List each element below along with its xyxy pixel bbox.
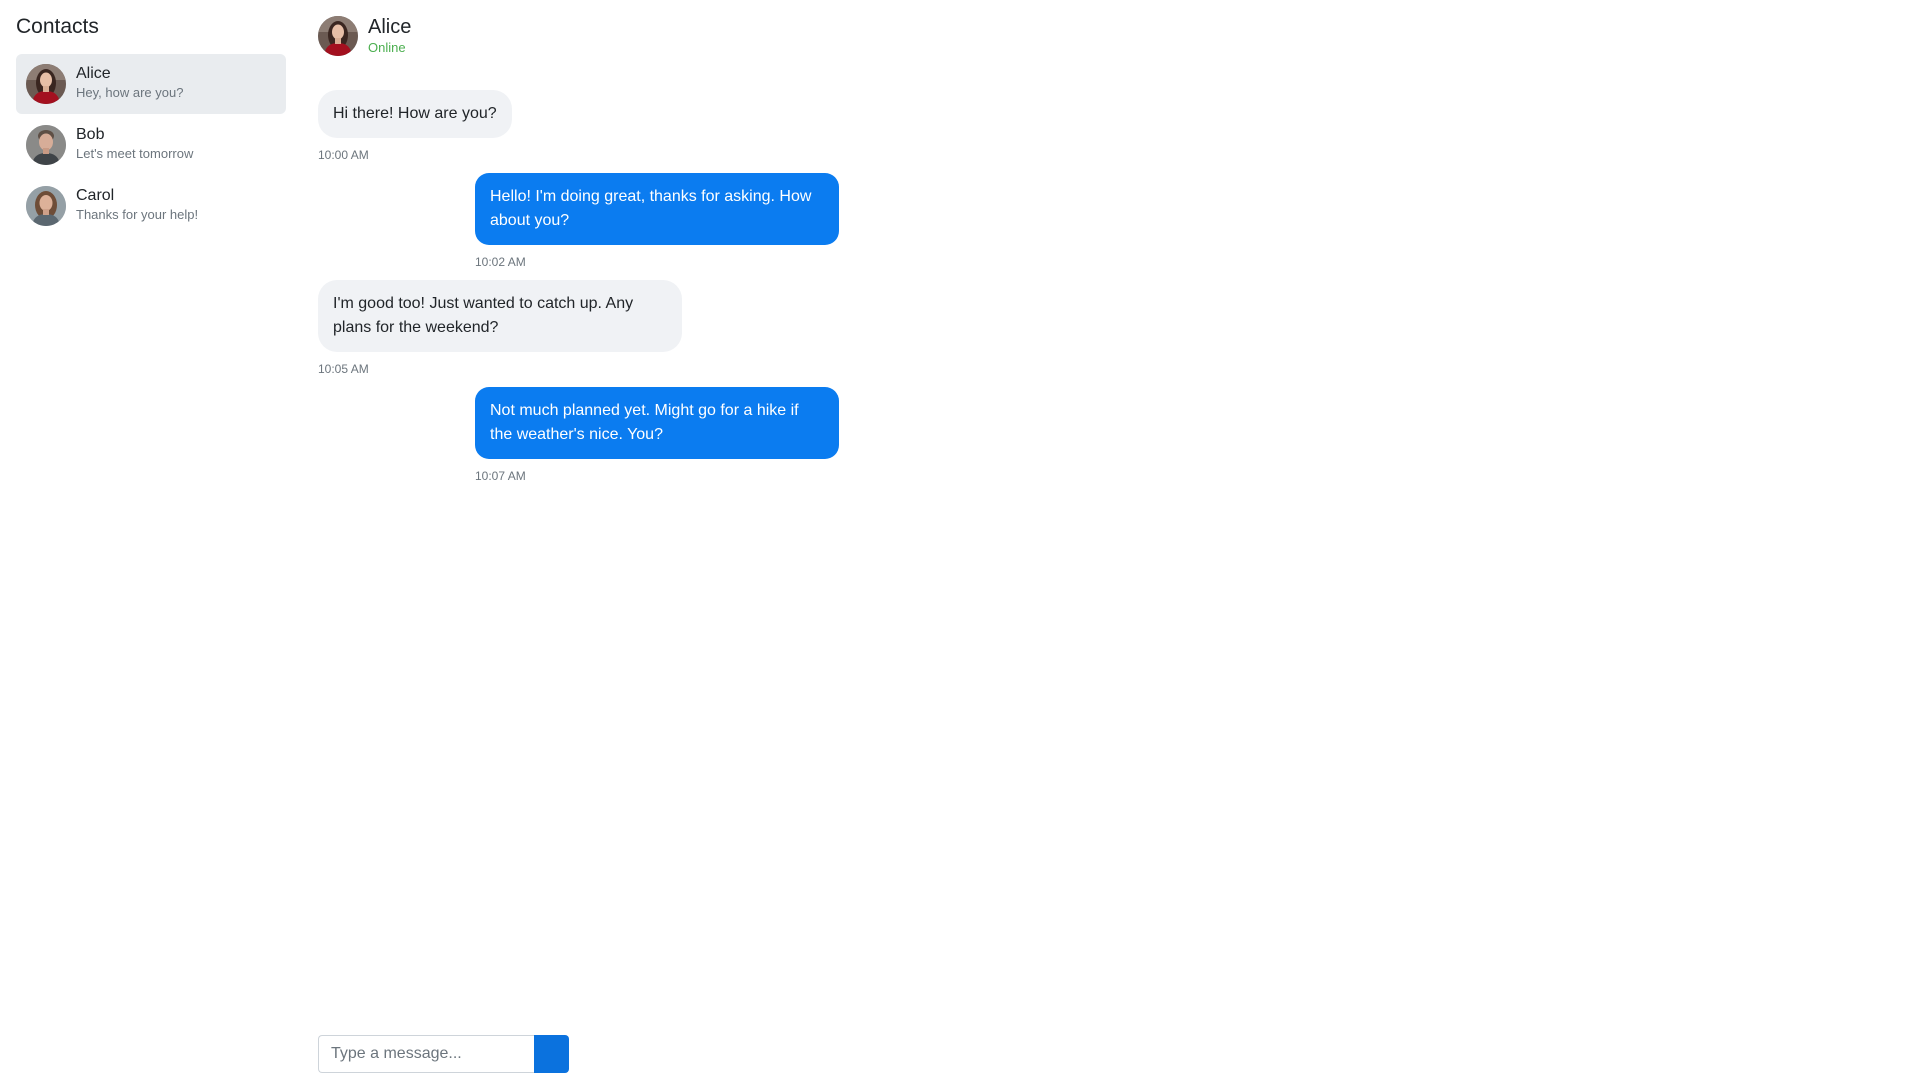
message-outgoing: Hello! I'm doing great, thanks for askin… [475,173,839,269]
message-bubble: Hello! I'm doing great, thanks for askin… [475,173,839,245]
send-button[interactable] [534,1035,569,1073]
message-bubble: Hi there! How are you? [318,90,512,138]
avatar [318,16,358,56]
sidebar-title: Contacts [16,15,99,38]
contact-item-alice[interactable]: Alice Hey, how are you? [16,54,286,114]
message-incoming: I'm good too! Just wanted to catch up. A… [318,280,682,376]
message-input[interactable] [318,1035,536,1073]
contact-name: Alice [76,65,111,82]
chat-header: Alice Online [318,16,918,58]
chat-contact-name: Alice [368,16,412,38]
contact-list: Alice Hey, how are you? Bob Let's meet t… [16,54,286,237]
contact-preview: Thanks for your help! [76,207,199,222]
contact-item-carol[interactable]: Carol Thanks for your help! [16,176,286,236]
avatar [26,186,66,226]
message-outgoing: Not much planned yet. Might go for a hik… [475,387,839,483]
contact-preview: Let's meet tomorrow [76,146,194,161]
message-timestamp: 10:02 AM [475,255,526,269]
chat-app: Contacts Alice Hey, how are you? Bob Let… [0,0,1920,1080]
status-badge: Online [368,40,406,55]
message-incoming: Hi there! How are you? 10:00 AM [318,90,512,162]
message-timestamp: 10:07 AM [475,469,526,483]
contact-name: Carol [76,187,115,204]
message-timestamp: 10:00 AM [318,148,369,162]
contact-preview: Hey, how are you? [76,85,184,100]
avatar [26,125,66,165]
contact-name: Bob [76,126,105,143]
message-bubble: Not much planned yet. Might go for a hik… [475,387,839,459]
message-timestamp: 10:05 AM [318,362,369,376]
contact-item-bob[interactable]: Bob Let's meet tomorrow [16,115,286,175]
avatar [26,64,66,104]
message-bubble: I'm good too! Just wanted to catch up. A… [318,280,682,352]
